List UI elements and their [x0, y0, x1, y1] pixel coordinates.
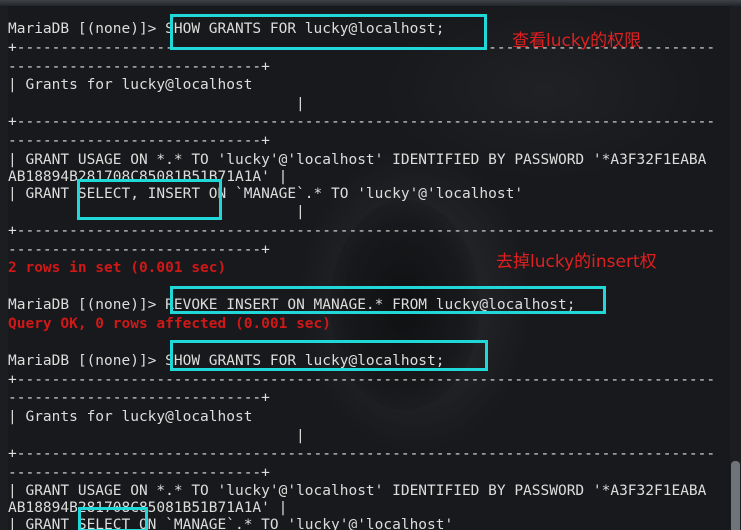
terminal-line: | GRANT SELECT ON `MANAGE`.* TO 'lucky'@…: [8, 517, 454, 530]
highlight-box-show-grants-second[interactable]: [170, 340, 488, 371]
terminal-scrollbar-track[interactable]: [730, 6, 741, 530]
terminal-scrollbar-thumb[interactable]: [731, 461, 740, 530]
highlight-box-revoke-command[interactable]: [170, 286, 606, 314]
terminal-line: | Grants for lucky@localhost: [8, 77, 253, 93]
terminal-line: Query OK, 0 rows affected (0.001 sec): [8, 316, 332, 332]
highlight-box-show-grants-first[interactable]: [170, 14, 487, 50]
annotation-remove-insert: 去掉lucky的insert权: [496, 252, 657, 272]
annotation-view-privileges: 查看lucky的权限: [512, 31, 642, 51]
terminal-line: | Grants for lucky@localhost: [8, 409, 253, 425]
terminal-line: 2 rows in set (0.001 sec): [8, 260, 227, 276]
terminal-left-gutter: [0, 6, 8, 530]
highlight-box-select-insert[interactable]: [77, 179, 222, 220]
terminal-window: MariaDB [(none)]> SHOW GRANTS FOR lucky@…: [0, 0, 741, 530]
highlight-box-select[interactable]: [78, 507, 148, 530]
